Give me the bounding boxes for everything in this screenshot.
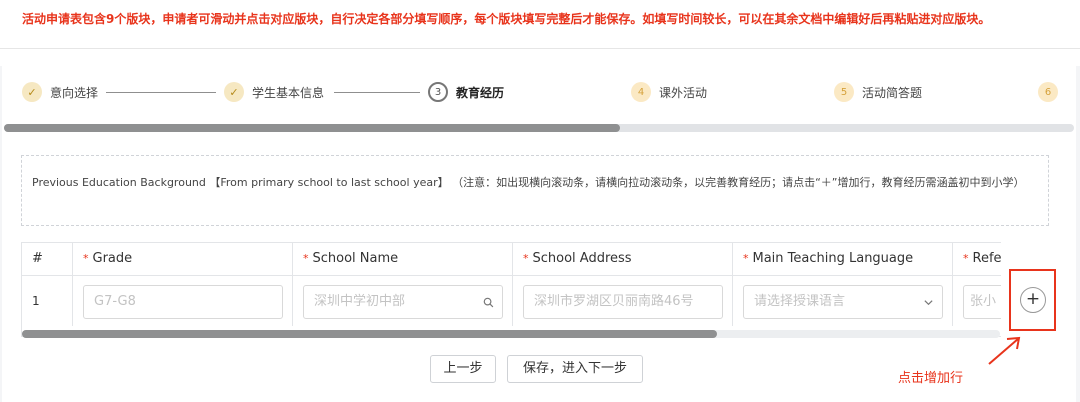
table-scrollbar-thumb[interactable] (22, 330, 717, 338)
education-note: Previous Education Background 【From prim… (21, 155, 1049, 226)
step-4[interactable]: 4 课外活动 (631, 82, 707, 102)
step-label: 课外活动 (659, 85, 708, 100)
column-header-teaching-language: * Main Teaching Language (733, 243, 953, 275)
school-name-placeholder: 深圳中学初中部 (314, 294, 406, 309)
grade-cell: G7-G8 (73, 276, 293, 326)
teaching-language-cell: 请选择授课语言 (733, 276, 953, 326)
row-number: 1 (32, 294, 40, 308)
step-label: 活动简答题 (862, 85, 923, 100)
check-icon: ✓ (224, 82, 244, 102)
steps-scrollbar-thumb[interactable] (4, 124, 620, 132)
reference-cell: 张小 (953, 276, 1001, 326)
teaching-language-select[interactable]: 请选择授课语言 (743, 285, 943, 319)
add-row-annotation: 点击增加行 (898, 371, 964, 386)
step-number: 3 (428, 82, 448, 102)
step-label: 学生基本信息 (252, 85, 325, 100)
arrow-icon (988, 336, 1021, 365)
step-6[interactable]: 6 (1038, 82, 1066, 102)
column-header-index: # (22, 243, 73, 275)
add-row-button[interactable]: + (1020, 287, 1046, 313)
search-icon[interactable] (483, 286, 494, 318)
required-mark: * (523, 252, 529, 265)
school-address-cell: 深圳市罗湖区贝丽南路46号 (513, 276, 733, 326)
required-mark: * (963, 252, 969, 265)
required-mark: * (743, 252, 749, 265)
required-mark: * (83, 252, 89, 265)
step-number: 5 (834, 82, 854, 102)
step-2[interactable]: ✓ 学生基本信息 (224, 82, 324, 102)
column-header-grade: * Grade (73, 243, 293, 275)
step-number: 6 (1038, 82, 1058, 102)
step-label: 意向选择 (50, 85, 99, 100)
school-name-cell: 深圳中学初中部 (293, 276, 513, 326)
notice-banner: 活动申请表包含9个版块，申请者可滑动并点击对应版块，自行决定各部分填写顺序，每个… (22, 12, 991, 26)
table-row: 1 (22, 276, 73, 326)
reference-input[interactable]: 张小 (963, 285, 1001, 319)
step-5[interactable]: 5 活动简答题 (834, 82, 922, 102)
school-address-input[interactable]: 深圳市罗湖区贝丽南路46号 (523, 285, 723, 319)
education-note-title: Previous Education Background 【From prim… (32, 176, 449, 189)
education-note-hint: （注意：如出现横向滚动条，请横向拉动滚动条，以完善教育经历；请点击“＋”增加行，… (452, 176, 1025, 189)
column-header-school-address: * School Address (513, 243, 733, 275)
divider (0, 48, 1080, 49)
step-label: 教育经历 (456, 85, 505, 100)
chevron-down-icon (923, 286, 934, 318)
required-mark: * (303, 252, 309, 265)
column-header-reference: * Refe (963, 251, 1001, 266)
save-next-button[interactable]: 保存，进入下一步 (507, 355, 643, 383)
column-header-school-name: * School Name (293, 243, 513, 275)
grade-input[interactable]: G7-G8 (83, 285, 283, 319)
teaching-language-placeholder: 请选择授课语言 (754, 294, 846, 309)
step-1[interactable]: ✓ 意向选择 (22, 82, 98, 102)
prev-step-button[interactable]: 上一步 (430, 355, 496, 383)
school-name-input[interactable]: 深圳中学初中部 (303, 285, 503, 319)
check-icon: ✓ (22, 82, 42, 102)
step-connector (106, 92, 216, 93)
step-connector (334, 92, 420, 93)
education-table: # * Grade * School Name * School Address * M… (21, 242, 1001, 337)
step-3[interactable]: 3 教育经历 (428, 82, 504, 102)
step-number: 4 (631, 82, 651, 102)
